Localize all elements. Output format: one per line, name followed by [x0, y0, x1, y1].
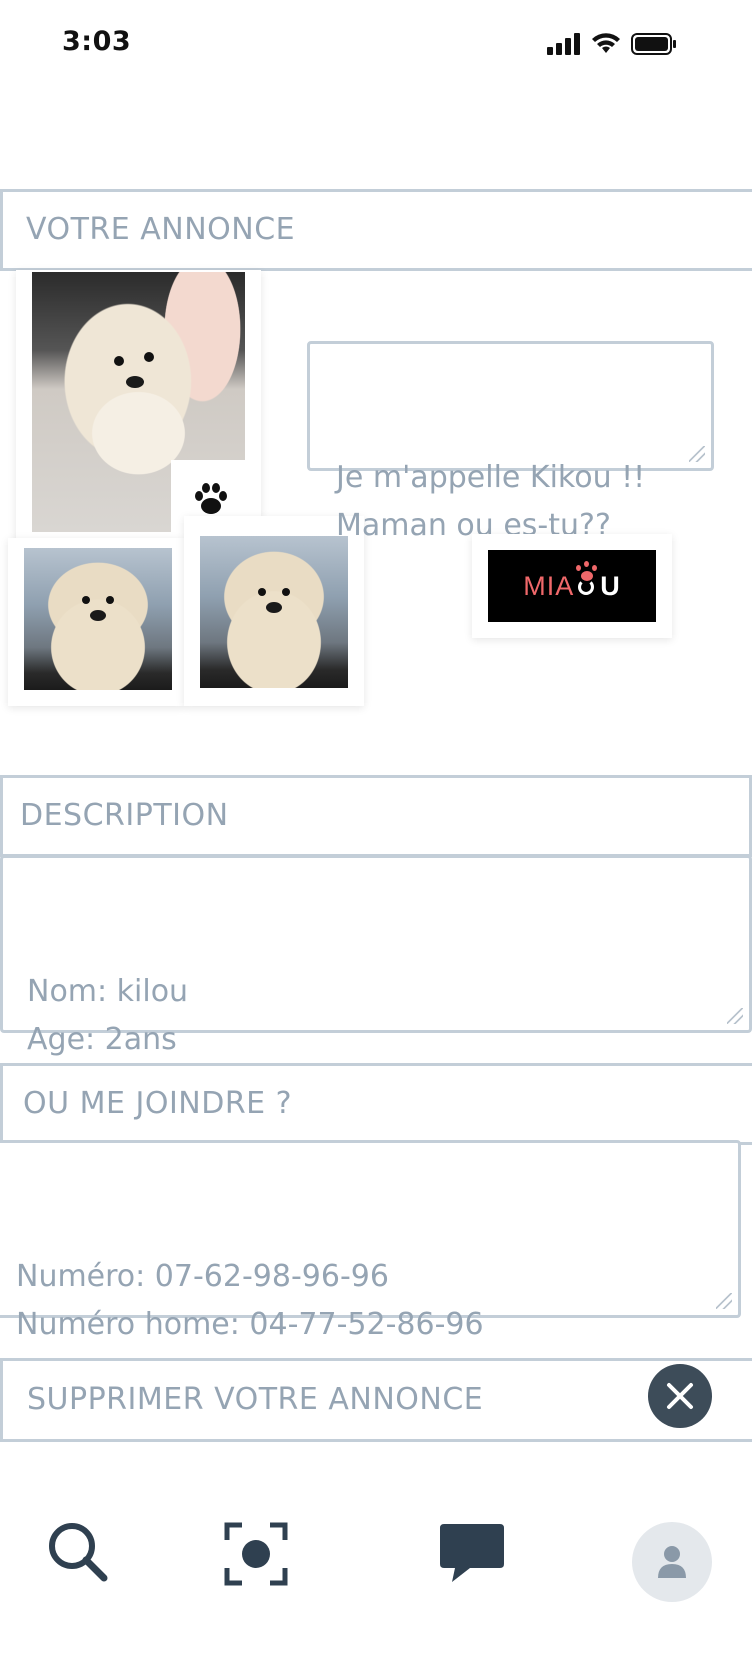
battery-icon — [631, 33, 676, 55]
brand-logo-card: MIA U — [472, 534, 672, 638]
description-header: DESCRIPTION — [0, 775, 752, 857]
status-time: 3:03 — [62, 26, 132, 57]
dog-photo-thumb-2 — [200, 536, 348, 688]
contact-header: OU ME JOINDRE ? — [0, 1063, 752, 1145]
close-icon — [667, 1383, 693, 1409]
contact-title: OU ME JOINDRE ? — [23, 1086, 293, 1121]
dog-photo-thumb-1 — [24, 548, 172, 690]
logo-text-right: U — [600, 570, 621, 601]
delete-annonce-row[interactable]: SUPPRIMER VOTRE ANNONCE — [0, 1358, 752, 1442]
logo-text-left: MIA — [523, 570, 575, 601]
signal-icon — [547, 33, 580, 55]
wifi-icon — [592, 33, 620, 53]
main-photo-card[interactable] — [16, 270, 261, 544]
paw-icon — [195, 483, 227, 514]
thumb-photo-1[interactable] — [8, 538, 184, 706]
search-icon[interactable] — [46, 1520, 110, 1584]
annonce-header: VOTRE ANNONCE — [0, 189, 752, 271]
resize-handle[interactable] — [689, 446, 705, 462]
bottom-nav — [0, 1500, 752, 1620]
annonce-message-field[interactable]: Je m'appelle Kikou !! Maman ou es-tu?? — [307, 341, 714, 543]
profile-button[interactable] — [632, 1522, 712, 1602]
resize-handle[interactable] — [727, 1008, 743, 1024]
annonce-title: VOTRE ANNONCE — [26, 212, 296, 247]
scan-icon[interactable] — [224, 1522, 288, 1586]
profile-icon — [658, 1546, 686, 1578]
contact-field[interactable]: Numéro: 07-62-98-96-96 Numéro home: 04-7… — [0, 1140, 741, 1390]
chat-icon[interactable] — [438, 1520, 506, 1588]
resize-handle[interactable] — [716, 1293, 732, 1309]
description-title: DESCRIPTION — [20, 798, 229, 833]
status-icons — [547, 32, 677, 56]
description-field[interactable]: Nom: kilou Age: 2ans Race: Aucune — [0, 855, 752, 1105]
delete-annonce-button[interactable] — [648, 1364, 712, 1428]
delete-annonce-label: SUPPRIMER VOTRE ANNONCE — [27, 1382, 484, 1417]
logo-paw-o — [576, 561, 598, 597]
brand-logo: MIA U — [488, 550, 656, 622]
